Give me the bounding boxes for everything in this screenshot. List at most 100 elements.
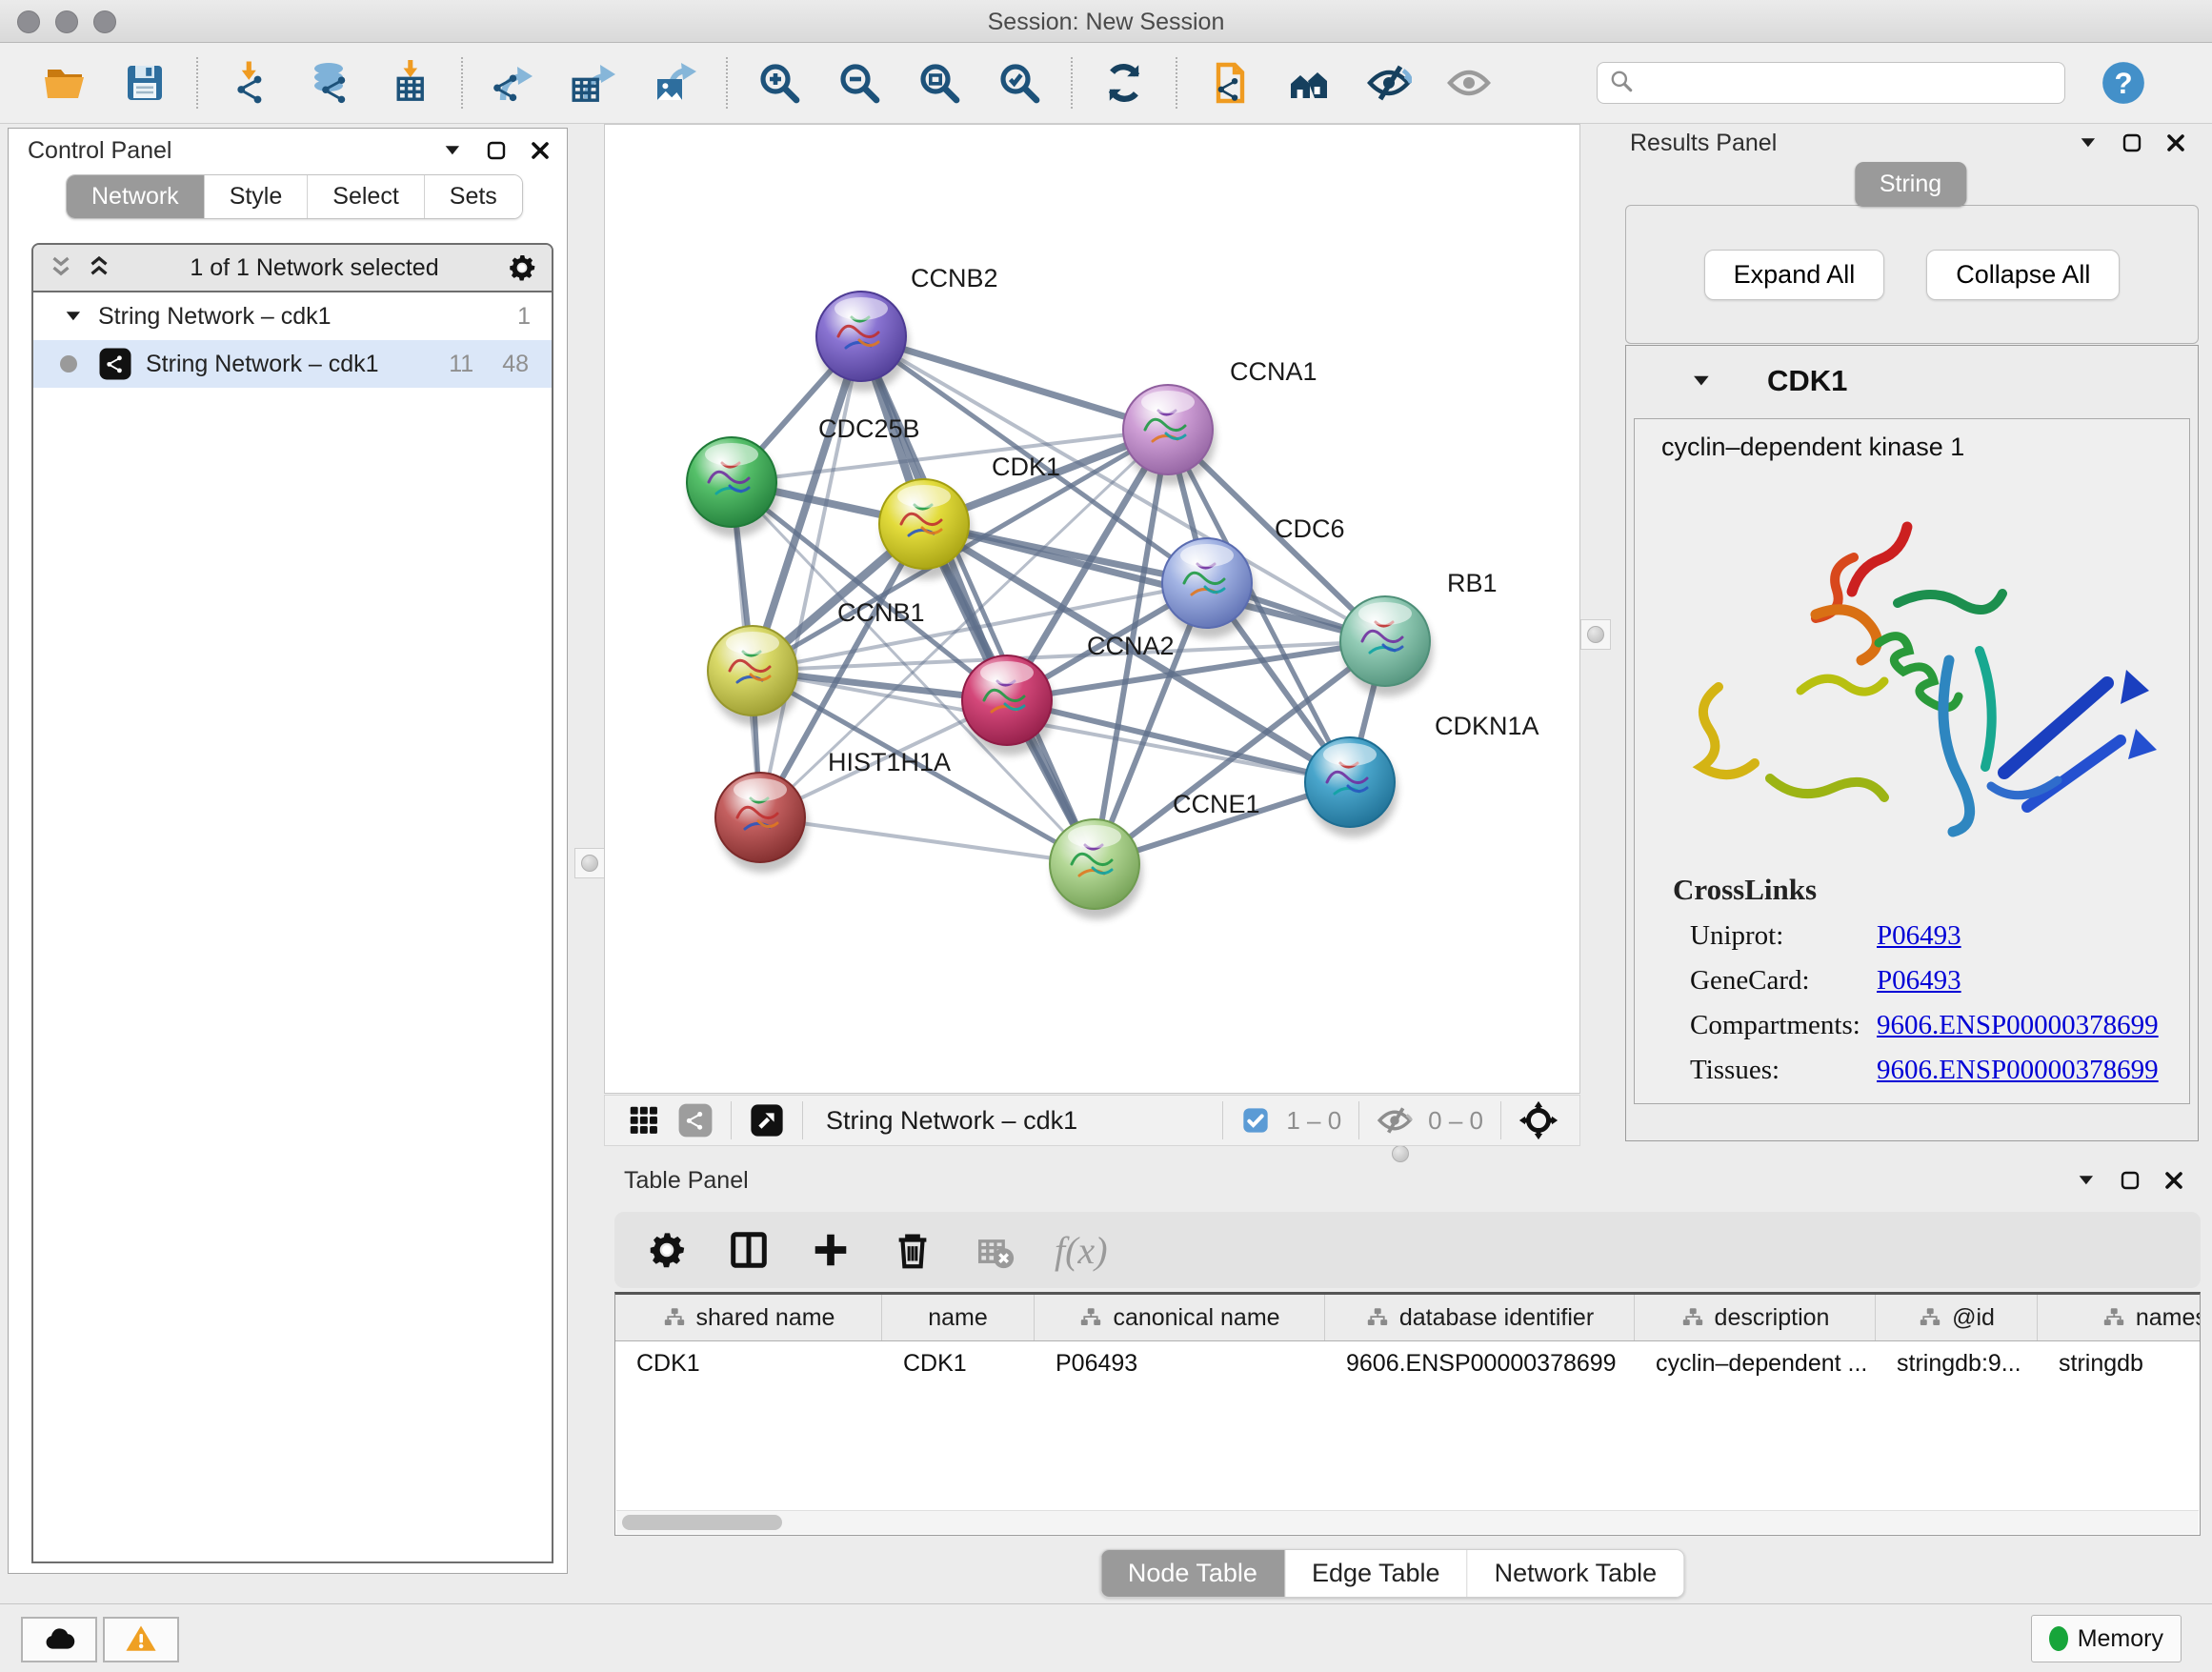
- results-panel-menu-icon[interactable]: [2077, 131, 2100, 154]
- crosslink-label: Tissues:: [1690, 1055, 1877, 1086]
- show-columns-icon[interactable]: [727, 1228, 771, 1272]
- export-table-button[interactable]: [554, 49, 634, 117]
- tab-select[interactable]: Select: [308, 175, 424, 218]
- fit-content-crosshair-icon[interactable]: [1518, 1100, 1558, 1140]
- tab-network-table[interactable]: Network Table: [1468, 1550, 1684, 1597]
- column-header-canonicalname[interactable]: canonical name: [1035, 1295, 1325, 1340]
- network-view-title: String Network – cdk1: [826, 1106, 1213, 1136]
- zoom-out-button[interactable]: [819, 49, 899, 117]
- refresh-button[interactable]: [1084, 49, 1164, 117]
- network-row[interactable]: String Network – cdk1 11 48: [33, 340, 552, 388]
- import-table-button[interactable]: [370, 49, 450, 117]
- node-table[interactable]: shared namenamecanonical namedatabase id…: [614, 1292, 2201, 1536]
- birdseye-view-icon[interactable]: [749, 1102, 785, 1138]
- help-button[interactable]: ?: [2100, 59, 2147, 107]
- import-network-button[interactable]: [210, 49, 290, 117]
- network-node-RB1[interactable]: RB1: [1340, 569, 1498, 696]
- right-splitter-grip[interactable]: [1580, 619, 1611, 650]
- crosslink-row: Pharos: P06493: [1690, 1099, 2189, 1104]
- tab-sets[interactable]: Sets: [425, 175, 522, 218]
- table-cell[interactable]: stringdb: [2038, 1350, 2201, 1378]
- crosslink-link[interactable]: 9606.ENSP00000378699: [1877, 1010, 2159, 1041]
- import-database-button[interactable]: [290, 49, 370, 117]
- table-row[interactable]: CDK1CDK1P064939606.ENSP00000378699cyclin…: [615, 1341, 2200, 1385]
- control-panel-menu-icon[interactable]: [441, 139, 464, 162]
- cloud-button[interactable]: [21, 1617, 97, 1662]
- control-panel-close-icon[interactable]: [529, 139, 552, 162]
- tab-string[interactable]: String: [1855, 162, 1966, 207]
- table-cell[interactable]: CDK1: [882, 1350, 1035, 1378]
- export-table-icon: [572, 60, 617, 106]
- column-header-sharedname[interactable]: shared name: [615, 1295, 882, 1340]
- table-panel-close-icon[interactable]: [2162, 1169, 2185, 1192]
- table-cell[interactable]: stringdb:9...: [1876, 1350, 2038, 1378]
- left-splitter-grip[interactable]: [574, 848, 605, 878]
- table-settings-gear-icon[interactable]: [645, 1228, 689, 1272]
- crosslink-link[interactable]: P06493: [1877, 965, 1961, 997]
- table-cell[interactable]: P06493: [1035, 1350, 1325, 1378]
- column-header-description[interactable]: description: [1635, 1295, 1876, 1340]
- tab-network[interactable]: Network: [67, 175, 205, 218]
- export-network-button[interactable]: [474, 49, 554, 117]
- tab-edge-table[interactable]: Edge Table: [1285, 1550, 1468, 1597]
- gene-entry-header[interactable]: CDK1: [1626, 346, 2198, 416]
- table-horizontal-scrollbar[interactable]: [616, 1510, 2199, 1534]
- column-header-namespace[interactable]: namespace: [2038, 1295, 2201, 1340]
- network-canvas[interactable]: CCNB2 CCNA1 CDC25B CDK1 CDC6 RB1 CCNB1: [604, 124, 1580, 1094]
- column-header-databaseidentifier[interactable]: database identifier: [1325, 1295, 1635, 1340]
- selected-checkbox-icon[interactable]: [1240, 1105, 1271, 1136]
- table-panel-menu-icon[interactable]: [2075, 1169, 2098, 1192]
- delete-column-trash-icon[interactable]: [891, 1228, 935, 1272]
- home-button[interactable]: [1269, 49, 1349, 117]
- network-node-CCNE1[interactable]: CCNE1: [1050, 790, 1260, 919]
- column-header-name[interactable]: name: [882, 1295, 1035, 1340]
- search-input[interactable]: [1641, 69, 2053, 97]
- hide-selected-button[interactable]: [1349, 49, 1429, 117]
- document-share-button[interactable]: [1189, 49, 1269, 117]
- add-column-icon[interactable]: [809, 1228, 853, 1272]
- refresh-icon: [1101, 60, 1147, 106]
- expand-all-button[interactable]: Expand All: [1704, 250, 1885, 300]
- zoom-selected-button[interactable]: [979, 49, 1059, 117]
- network-node-CCNA2[interactable]: CCNA2: [962, 632, 1175, 755]
- table-panel-float-icon[interactable]: [2119, 1169, 2142, 1192]
- crosslink-link[interactable]: P06493: [1877, 920, 1961, 952]
- collection-collapse-icon[interactable]: [62, 305, 85, 328]
- gene-collapse-icon[interactable]: [1689, 369, 1714, 393]
- sitemap-icon: [2101, 1305, 2126, 1330]
- open-session-icon: [42, 60, 88, 106]
- scrollbar-thumb[interactable]: [622, 1515, 782, 1530]
- collapse-all-icon[interactable]: [47, 253, 75, 282]
- network-node-CDKN1A[interactable]: CDKN1A: [1305, 712, 1539, 837]
- hidden-eye-slash-icon[interactable]: [1377, 1102, 1413, 1138]
- warnings-button[interactable]: [103, 1617, 179, 1662]
- table-cell[interactable]: CDK1: [615, 1350, 882, 1378]
- open-session-button[interactable]: [25, 49, 105, 117]
- results-panel-float-icon[interactable]: [2121, 131, 2143, 154]
- crosslink-link[interactable]: P06493: [1877, 1099, 1961, 1104]
- collapse-all-button[interactable]: Collapse All: [1926, 250, 2120, 300]
- network-options-gear-icon[interactable]: [506, 252, 538, 284]
- control-panel-float-icon[interactable]: [485, 139, 508, 162]
- zoom-fit-button[interactable]: [899, 49, 979, 117]
- table-cell[interactable]: cyclin–dependent ...: [1635, 1350, 1876, 1378]
- grid-view-icon[interactable]: [626, 1102, 662, 1138]
- main-toolbar: ?: [0, 43, 2212, 124]
- tab-node-table[interactable]: Node Table: [1101, 1550, 1285, 1597]
- network-collection-row[interactable]: String Network – cdk1 1: [33, 292, 552, 340]
- memory-button[interactable]: Memory: [2031, 1615, 2182, 1662]
- table-cell[interactable]: 9606.ENSP00000378699: [1325, 1350, 1635, 1378]
- expand-all-icon[interactable]: [85, 253, 113, 282]
- network-node-CCNA1[interactable]: CCNA1: [1123, 357, 1317, 485]
- results-panel-close-icon[interactable]: [2164, 131, 2187, 154]
- share-view-icon[interactable]: [677, 1102, 714, 1138]
- crosslink-link[interactable]: 9606.ENSP00000378699: [1877, 1055, 2159, 1086]
- network-node-HIST1H1A[interactable]: HIST1H1A: [715, 748, 951, 873]
- search-box[interactable]: [1597, 62, 2065, 104]
- show-eye-button[interactable]: [1429, 49, 1509, 117]
- zoom-in-button[interactable]: [739, 49, 819, 117]
- tab-style[interactable]: Style: [205, 175, 309, 218]
- column-header-id[interactable]: @id: [1876, 1295, 2038, 1340]
- export-image-button[interactable]: [634, 49, 714, 117]
- save-session-button[interactable]: [105, 49, 185, 117]
